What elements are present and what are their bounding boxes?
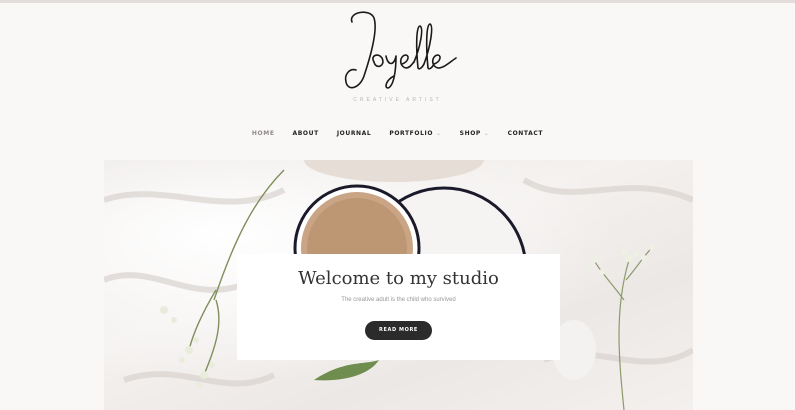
nav-item-label: ABOUT bbox=[292, 129, 319, 137]
top-accent-bar bbox=[0, 0, 795, 3]
read-more-button[interactable]: READ MORE bbox=[365, 321, 432, 340]
nav-item-label: CONTACT bbox=[507, 129, 544, 137]
nav-item-home[interactable]: HOME bbox=[252, 126, 275, 140]
nav-item-journal[interactable]: JOURNAL bbox=[337, 126, 372, 140]
nav-item-label: HOME bbox=[251, 129, 275, 137]
nav-item-about[interactable]: ABOUT bbox=[293, 126, 319, 140]
main-navigation: HOME ABOUT JOURNAL PORTFOLIO ⌄ SHOP ⌄ CO… bbox=[0, 126, 795, 140]
hero-title: Welcome to my studio bbox=[298, 268, 499, 289]
chevron-down-icon: ⌄ bbox=[436, 129, 442, 137]
nav-item-label: JOURNAL bbox=[336, 129, 372, 137]
site-logo[interactable] bbox=[330, 8, 470, 94]
nav-item-portfolio[interactable]: PORTFOLIO ⌄ bbox=[389, 126, 441, 140]
nav-item-label: PORTFOLIO bbox=[389, 129, 434, 137]
nav-item-contact[interactable]: CONTACT bbox=[508, 126, 544, 140]
site-tagline: CREATIVE ARTIST bbox=[353, 97, 442, 103]
hero-banner: Welcome to my studio The creative adult … bbox=[104, 160, 693, 410]
hero-subtitle: The creative adult is the child who surv… bbox=[341, 297, 456, 303]
nav-item-shop[interactable]: SHOP ⌄ bbox=[460, 126, 490, 140]
nav-item-label: SHOP bbox=[459, 129, 481, 137]
hero-card: Welcome to my studio The creative adult … bbox=[237, 254, 560, 360]
chevron-down-icon: ⌄ bbox=[483, 129, 490, 137]
